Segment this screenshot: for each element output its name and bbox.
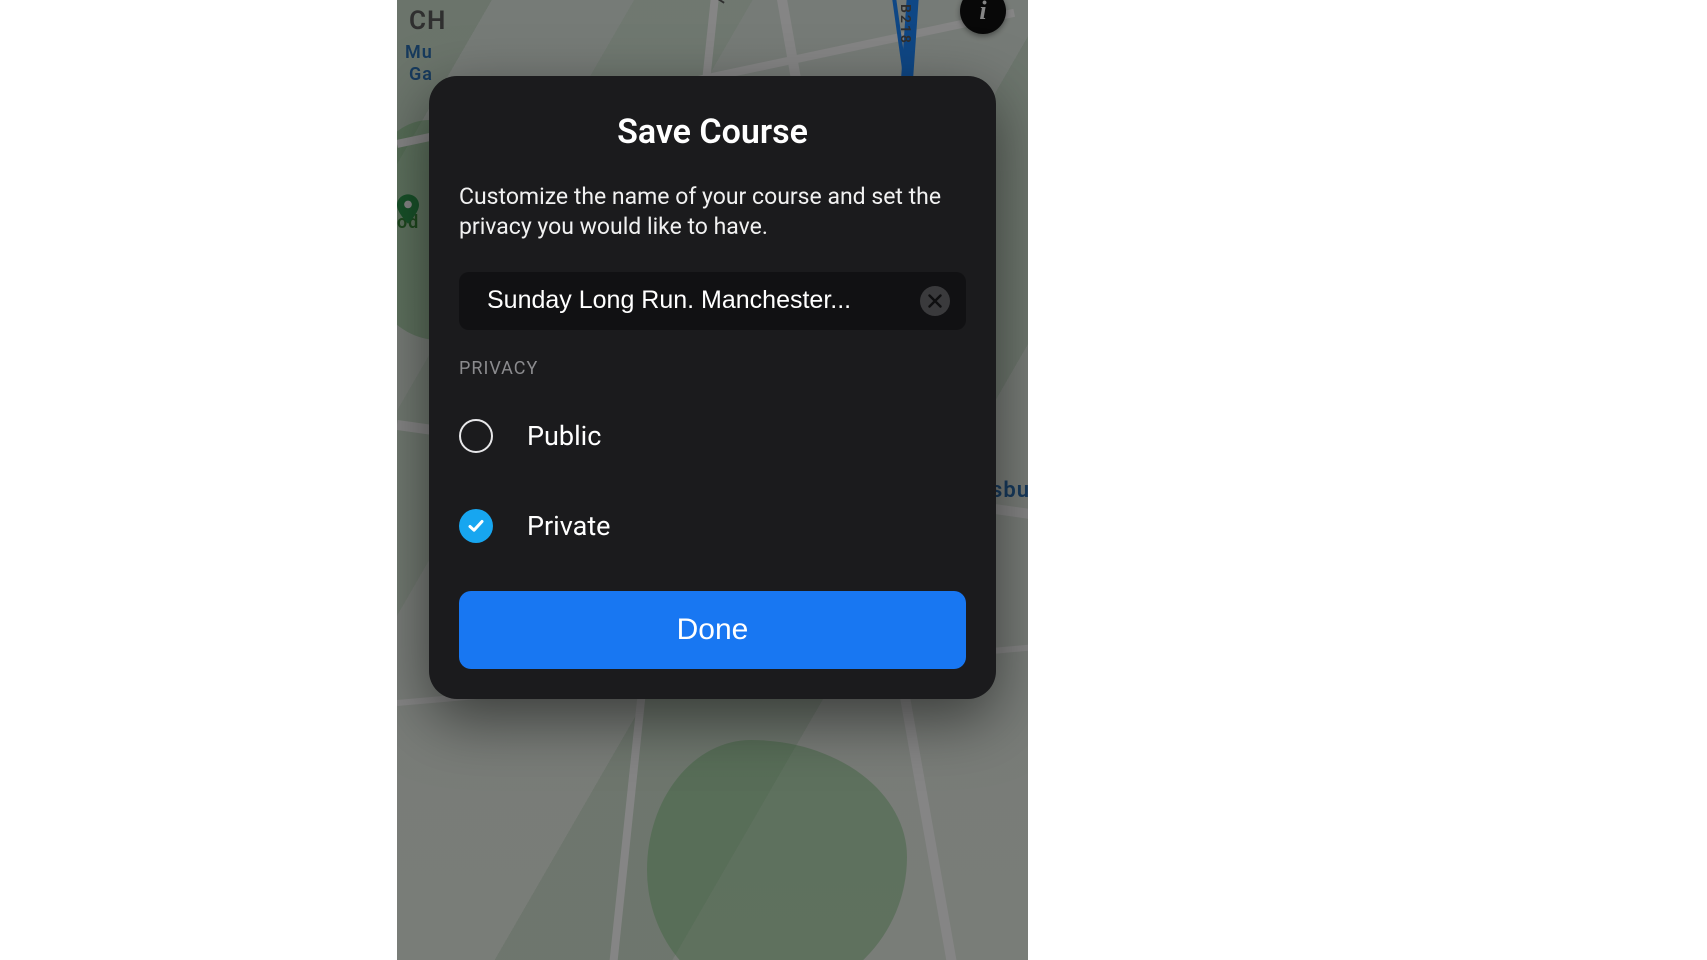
stage: CH Mu Ga od sbu B218 Honc i Save Course …: [0, 0, 1707, 960]
dialog-title: Save Course: [459, 112, 966, 152]
course-name-input[interactable]: [487, 286, 908, 315]
save-course-dialog: Save Course Customize the name of your c…: [429, 76, 996, 699]
privacy-option-public[interactable]: Public: [459, 415, 966, 457]
option-label: Public: [527, 420, 601, 452]
privacy-section-label: PRIVACY: [459, 358, 966, 379]
privacy-option-private[interactable]: Private: [459, 505, 966, 547]
course-name-field[interactable]: [459, 272, 966, 330]
radio-checked-icon: [459, 509, 493, 543]
dialog-description: Customize the name of your course and se…: [459, 182, 966, 242]
done-button[interactable]: Done: [459, 591, 966, 669]
phone-frame: CH Mu Ga od sbu B218 Honc i Save Course …: [397, 0, 1028, 960]
radio-unchecked-icon: [459, 419, 493, 453]
option-label: Private: [527, 510, 610, 542]
clear-input-button[interactable]: [920, 286, 950, 316]
close-icon: [928, 294, 942, 308]
